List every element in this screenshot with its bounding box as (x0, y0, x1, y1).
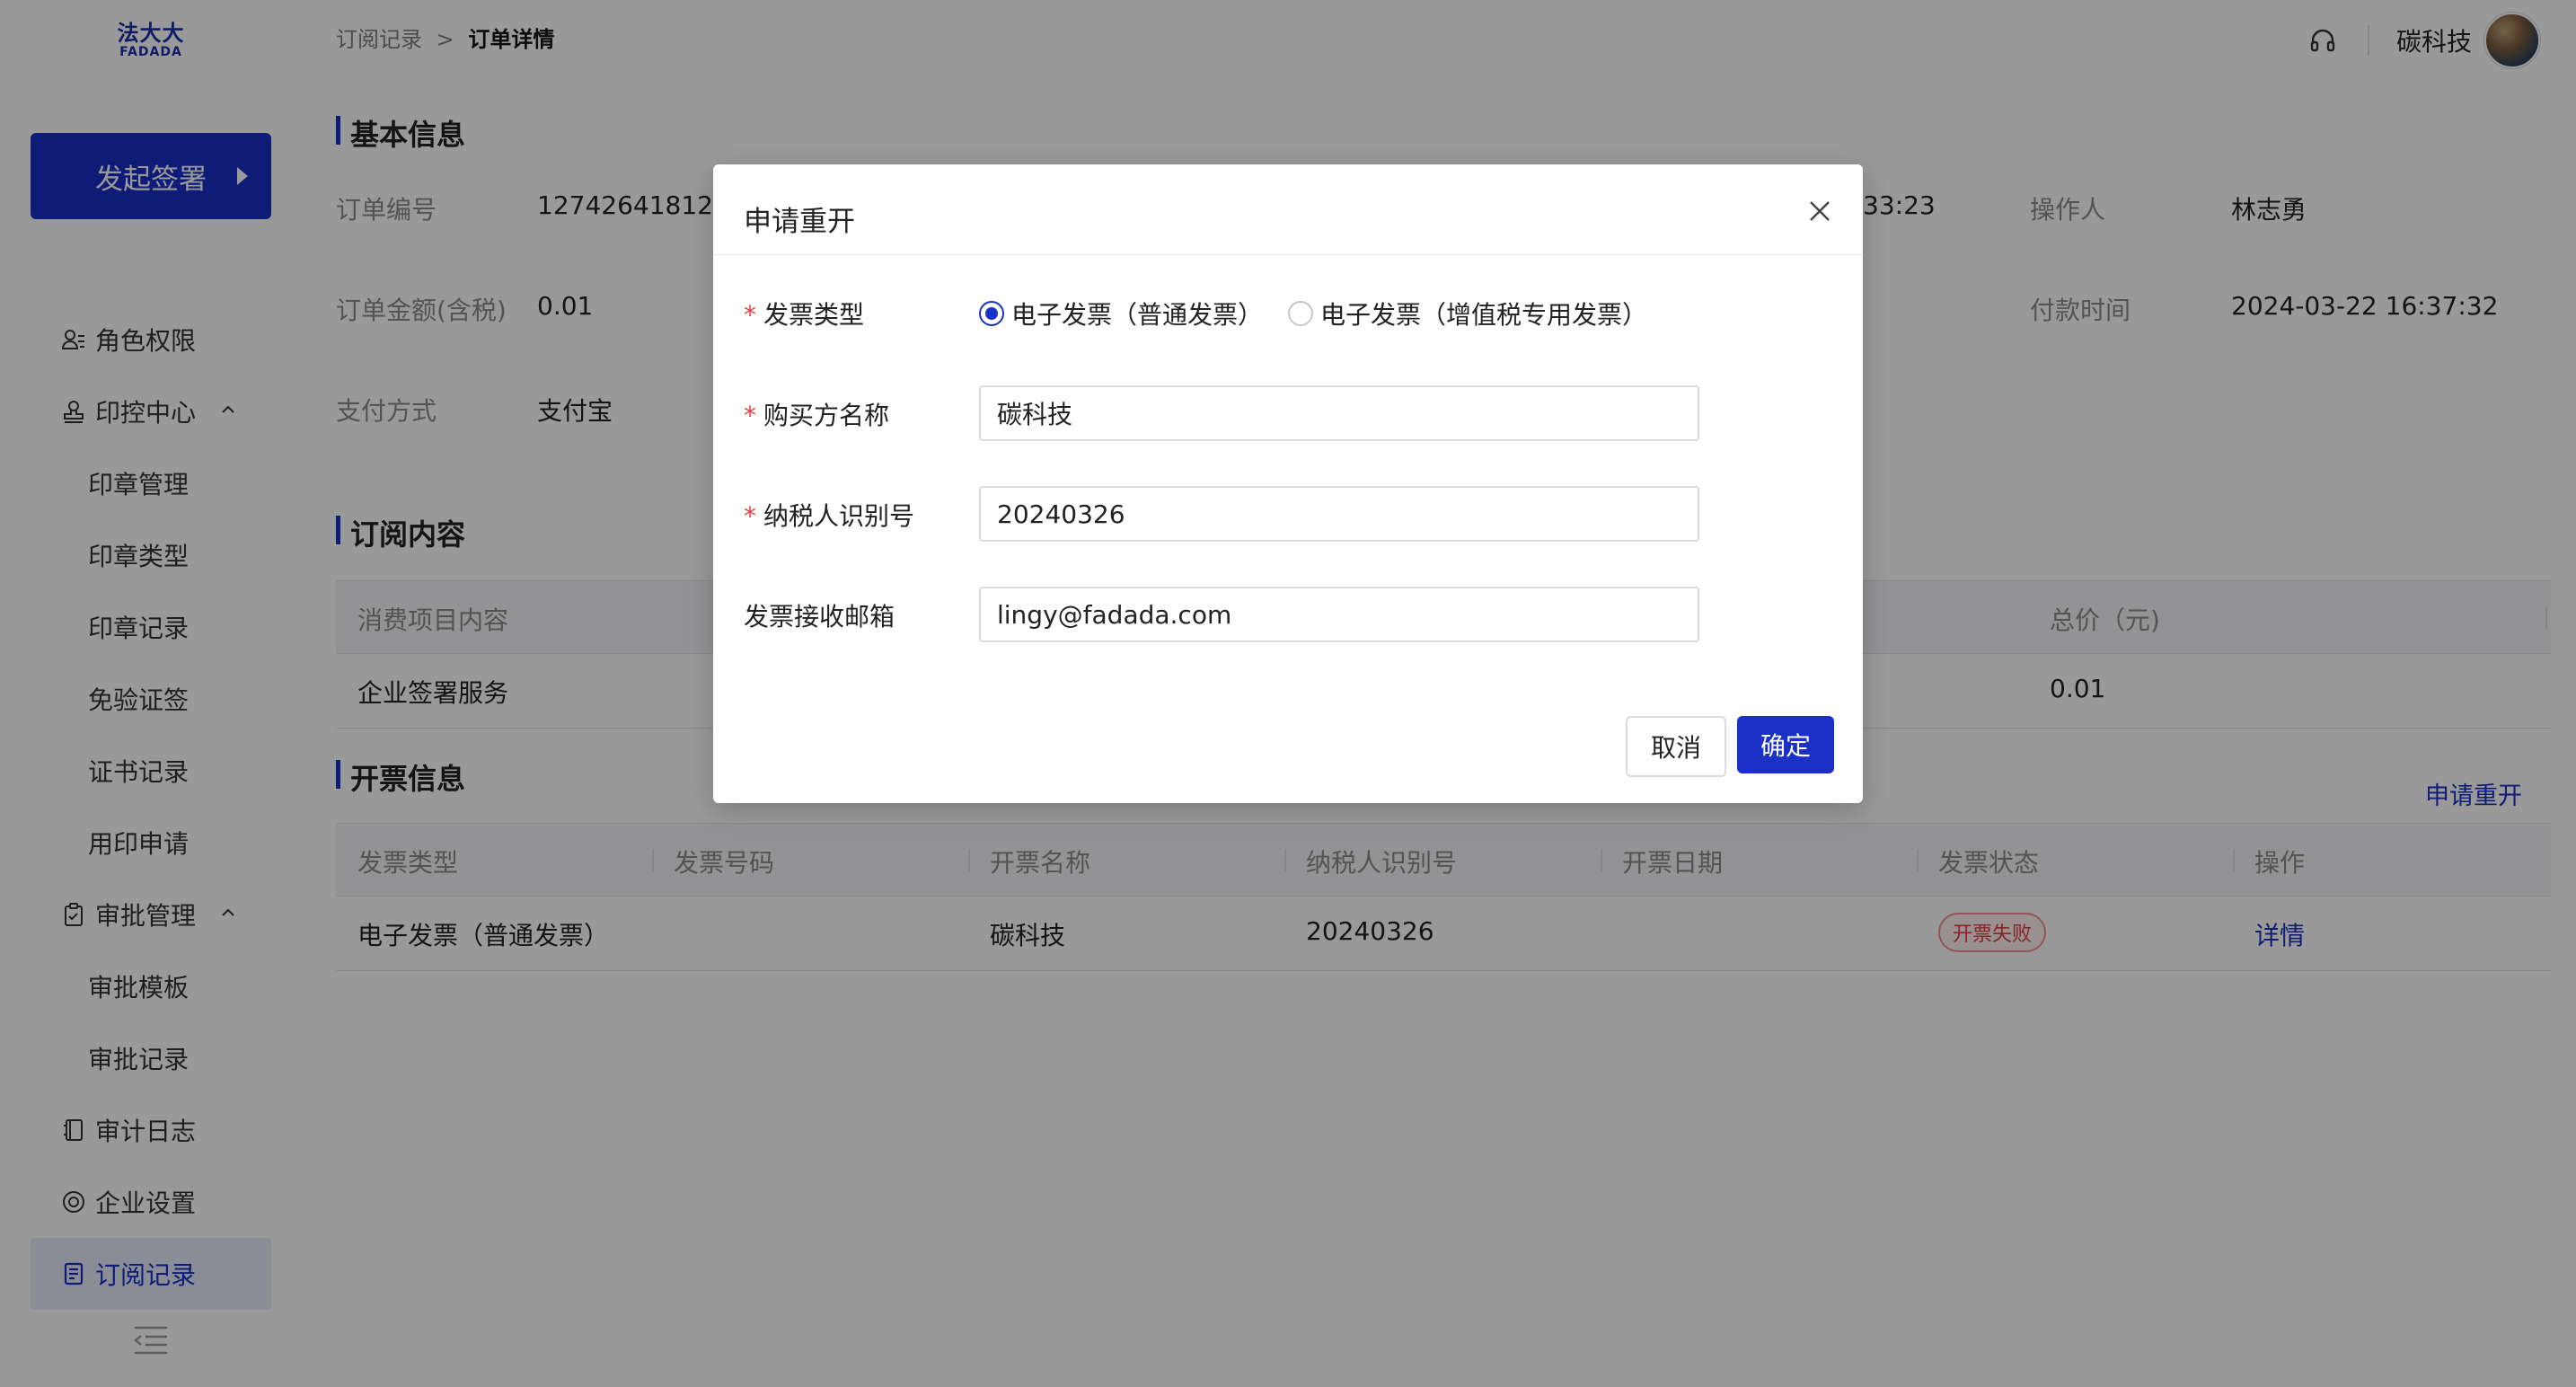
tax-id-input[interactable]: 20240326 (979, 486, 1699, 542)
buyer-name-input[interactable]: 碳科技 (979, 385, 1699, 441)
required-mark: * (744, 501, 756, 531)
invoice-type-label: * 发票类型 (744, 296, 864, 331)
app-root: 法大大 FADADA 订阅记录 > 订单详情 碳科技 发起签署 角色权限 印控中… (0, 0, 2576, 1387)
required-mark: * (744, 300, 756, 330)
buyer-name-label-text: 购买方名称 (763, 401, 890, 430)
tax-id-label-text: 纳税人识别号 (763, 501, 915, 531)
invoice-type-label-text: 发票类型 (763, 300, 865, 330)
radio-label: 电子发票（普通发票） (1011, 300, 1264, 330)
reapply-invoice-dialog: 申请重开 * 发票类型 电子发票（普通发票） 电子发票（增值税专用发票） * 购买方… (713, 164, 1863, 803)
radio-checked-icon (979, 301, 1004, 326)
buyer-name-label: * 购买方名称 (744, 396, 889, 432)
radio-normal-invoice[interactable]: 电子发票（普通发票） (979, 296, 1263, 331)
required-mark: * (744, 401, 756, 430)
dialog-title: 申请重开 (744, 206, 855, 238)
radio-vat-invoice[interactable]: 电子发票（增值税专用发票） (1288, 296, 1647, 331)
radio-label: 电子发票（增值税专用发票） (1320, 300, 1648, 330)
email-input[interactable]: lingy@fadada.com (979, 587, 1699, 642)
confirm-button[interactable]: 确定 (1737, 716, 1834, 773)
tax-id-label: * 纳税人识别号 (744, 497, 914, 533)
email-label: 发票接收邮箱 (744, 602, 895, 632)
close-icon[interactable] (1805, 197, 1834, 225)
dialog-divider (713, 254, 1863, 255)
radio-unchecked-icon (1288, 301, 1313, 326)
cancel-button[interactable]: 取消 (1626, 716, 1726, 777)
